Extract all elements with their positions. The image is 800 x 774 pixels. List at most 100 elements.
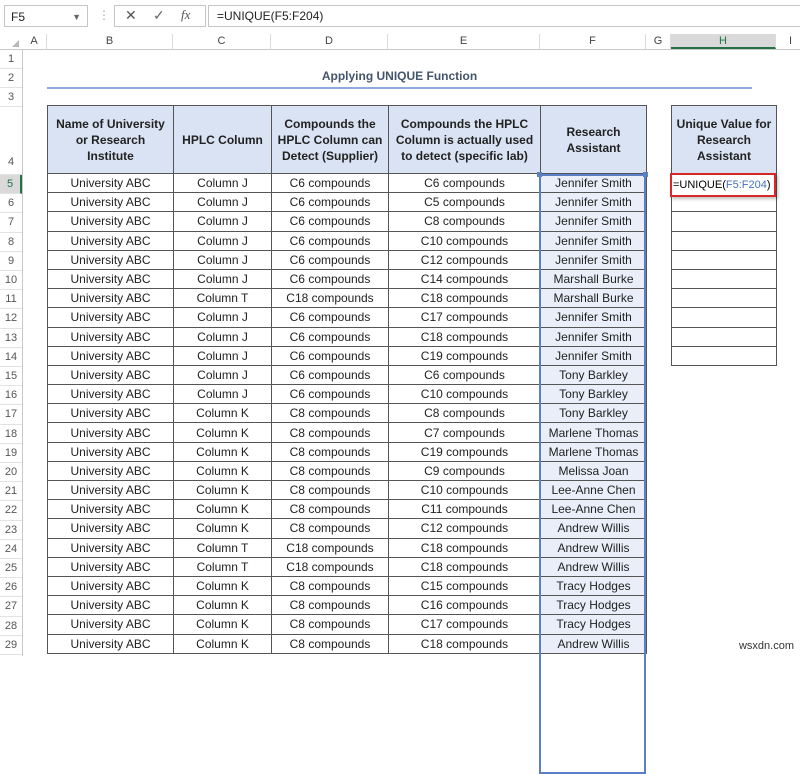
cell-university[interactable]: University ABC [47,499,174,520]
column-header-a[interactable]: A [22,34,47,49]
cell-compounds-lab[interactable]: C7 compounds [388,422,541,443]
row-header-5[interactable]: 5 [0,175,22,195]
cell-compounds-lab[interactable]: C18 compounds [388,326,541,347]
cell-hplc-column[interactable]: Column J [173,249,272,270]
cell-compounds-supplier[interactable]: C6 compounds [271,192,389,213]
cell-hplc-column[interactable]: Column K [173,633,272,654]
cell-research-assistant[interactable]: Jennifer Smith [540,326,647,347]
row-header-7[interactable]: 7 [0,213,22,233]
cell-compounds-supplier[interactable]: C6 compounds [271,230,389,251]
cell-compounds-lab[interactable]: C19 compounds [388,345,541,366]
cell-research-assistant[interactable]: Jennifer Smith [540,192,647,213]
cell-compounds-lab[interactable]: C17 compounds [388,614,541,635]
cell-compounds-lab[interactable]: C6 compounds [388,364,541,386]
cell-research-assistant[interactable]: Jennifer Smith [540,249,647,270]
cell-compounds-supplier[interactable]: C8 compounds [271,422,389,443]
cell-compounds-supplier[interactable]: C6 compounds [271,172,389,194]
column-header-h[interactable]: H [671,34,776,49]
cell-compounds-lab[interactable]: C19 compounds [388,441,541,462]
column-header-f[interactable]: F [540,34,646,49]
header-university[interactable]: Name of University or Research Institute [47,105,174,174]
cell-university[interactable]: University ABC [47,556,174,577]
cell-university[interactable]: University ABC [47,403,174,424]
insert-function-icon[interactable]: fx [181,7,190,23]
cell-compounds-lab[interactable]: C8 compounds [388,403,541,424]
header-unique-value[interactable]: Unique Value for Research Assistant [671,105,777,174]
unique-cell[interactable] [671,230,777,251]
cell-university[interactable]: University ABC [47,518,174,539]
unique-cell[interactable] [671,345,777,366]
cell-research-assistant[interactable]: Melissa Joan [540,460,647,482]
cell-compounds-lab[interactable]: C18 compounds [388,556,541,577]
cell-compounds-supplier[interactable]: C6 compounds [271,307,389,328]
cell-university[interactable]: University ABC [47,441,174,462]
cell-compounds-supplier[interactable]: C6 compounds [271,249,389,270]
cell-research-assistant[interactable]: Tony Barkley [540,364,647,386]
cancel-icon[interactable]: ✕ [125,7,137,24]
cell-hplc-column[interactable]: Column T [173,556,272,577]
cell-university[interactable]: University ABC [47,307,174,328]
cell-research-assistant[interactable]: Marlene Thomas [540,422,647,443]
cell-hplc-column[interactable]: Column J [173,326,272,347]
row-header-29[interactable]: 29 [0,636,22,655]
row-header-27[interactable]: 27 [0,597,22,617]
cell-university[interactable]: University ABC [47,249,174,270]
row-header-19[interactable]: 19 [0,444,22,463]
cell-hplc-column[interactable]: Column K [173,575,272,597]
cell-compounds-supplier[interactable]: C8 compounds [271,441,389,462]
unique-cell[interactable] [671,326,777,347]
cell-research-assistant[interactable]: Marshall Burke [540,288,647,309]
cell-compounds-supplier[interactable]: C8 compounds [271,460,389,482]
cell-compounds-lab[interactable]: C5 compounds [388,192,541,213]
cell-research-assistant[interactable]: Tracy Hodges [540,595,647,616]
cell-research-assistant[interactable]: Marlene Thomas [540,441,647,462]
cell-research-assistant[interactable]: Tony Barkley [540,403,647,424]
header-research-assistant[interactable]: Research Assistant [540,105,647,174]
cell-compounds-lab[interactable]: C8 compounds [388,211,541,232]
cell-research-assistant[interactable]: Jennifer Smith [540,230,647,251]
row-header-4[interactable]: 4 [0,107,22,175]
column-header-d[interactable]: D [271,34,388,49]
cell-hplc-column[interactable]: Column J [173,384,272,405]
header-hplc-column[interactable]: HPLC Column [173,105,272,174]
row-header-28[interactable]: 28 [0,617,22,636]
header-compounds-supplier[interactable]: Compounds the HPLC Column can Detect (Su… [271,105,389,174]
cell-university[interactable]: University ABC [47,575,174,597]
cell-hplc-column[interactable]: Column J [173,268,272,290]
cell-compounds-supplier[interactable]: C6 compounds [271,364,389,386]
cell-research-assistant[interactable]: Andrew Willis [540,537,647,558]
row-header-24[interactable]: 24 [0,540,22,559]
row-header-8[interactable]: 8 [0,233,22,252]
cell-hplc-column[interactable]: Column K [173,595,272,616]
cell-university[interactable]: University ABC [47,595,174,616]
cell-hplc-column[interactable]: Column T [173,288,272,309]
row-header-1[interactable]: 1 [0,50,22,69]
cell-research-assistant[interactable]: Jennifer Smith [540,345,647,366]
row-header-21[interactable]: 21 [0,482,22,502]
cell-compounds-lab[interactable]: C10 compounds [388,384,541,405]
cell-research-assistant[interactable]: Andrew Willis [540,556,647,577]
cell-hplc-column[interactable]: Column T [173,537,272,558]
active-cell-h5[interactable]: =UNIQUE(F5:F204) [670,173,776,197]
row-header-13[interactable]: 13 [0,329,22,348]
cell-research-assistant[interactable]: Jennifer Smith [540,172,647,194]
cell-university[interactable]: University ABC [47,192,174,213]
row-header-9[interactable]: 9 [0,252,22,271]
cell-compounds-lab[interactable]: C12 compounds [388,249,541,270]
enter-icon[interactable]: ✓ [153,7,165,24]
cell-compounds-supplier[interactable]: C6 compounds [271,211,389,232]
row-header-23[interactable]: 23 [0,521,22,540]
cell-university[interactable]: University ABC [47,384,174,405]
row-header-2[interactable]: 2 [0,69,22,88]
column-header-c[interactable]: C [173,34,271,49]
column-header-b[interactable]: B [47,34,173,49]
cell-university[interactable]: University ABC [47,633,174,654]
row-header-26[interactable]: 26 [0,578,22,598]
cell-compounds-supplier[interactable]: C8 compounds [271,575,389,597]
row-header-10[interactable]: 10 [0,271,22,291]
cell-compounds-lab[interactable]: C6 compounds [388,172,541,194]
cell-research-assistant[interactable]: Jennifer Smith [540,307,647,328]
row-header-12[interactable]: 12 [0,309,22,329]
cell-hplc-column[interactable]: Column J [173,364,272,386]
cell-university[interactable]: University ABC [47,422,174,443]
